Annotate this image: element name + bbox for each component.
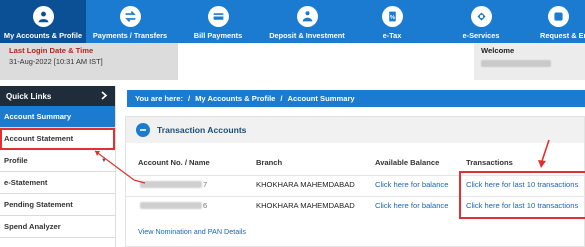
bill-icon [207,6,229,27]
investment-icon [296,6,318,27]
branch-name: KHOKHARA MAHEMDABAD [256,180,355,189]
col-balance: Available Balance [375,158,440,167]
nav-my-accounts[interactable]: My Accounts & Profile [0,0,86,43]
table-header: Account No. / Name Branch Available Bala… [126,158,585,172]
panel-title: Transaction Accounts [157,125,247,135]
sidebar-item-profile[interactable]: Profile ▼ [0,150,115,172]
sidebar-item-pending-statement[interactable]: Pending Statement [0,194,115,216]
nomination-pan-link[interactable]: View Nomination and PAN Details [138,227,246,236]
account-number-redacted [140,202,202,209]
breadcrumb-account-summary: Account Summary [287,94,355,103]
breadcrumb: You are here: / My Accounts & Profile / … [127,90,585,107]
account-number-tail: 7 [203,180,208,189]
col-account: Account No. / Name [138,158,210,167]
minus-icon[interactable] [136,123,150,137]
nav-bill-payments[interactable]: Bill Payments [174,0,262,43]
breadcrumb-my-accounts[interactable]: My Accounts & Profile [195,94,275,103]
tax-icon: % [381,6,403,27]
welcome-box: Welcome [474,43,585,80]
sidebar: Quick Links Account Summary Account Stat… [0,86,116,247]
balance-link[interactable]: Click here for balance [375,180,448,189]
last-login-value: 31-Aug-2022 [10:31 AM IST] [9,57,103,66]
branch-name: KHOKHARA MAHEMDABAD [256,201,355,210]
col-transactions: Transactions [466,158,513,167]
caret-down-icon: ▼ [101,157,107,164]
request-icon [548,6,569,27]
transaction-accounts-panel: Transaction Accounts Account No. / Name … [125,116,585,247]
welcome-label: Welcome [481,46,515,55]
sidebar-item-spend-analyzer[interactable]: Spend Analyzer [0,216,115,238]
nav-request[interactable]: Request & En [530,0,585,43]
sidebar-item-estatement[interactable]: e-Statement [0,172,115,194]
services-icon [470,6,492,27]
nav-payments[interactable]: Payments / Transfers [86,0,174,43]
top-nav: My Accounts & Profile Payments / Transfe… [0,0,585,43]
page: My Accounts & Profile Payments / Transfe… [0,0,585,247]
balance-link[interactable]: Click here for balance [375,201,448,210]
account-number-tail: 6 [203,201,208,210]
sidebar-item-account-statement[interactable]: Account Statement [0,128,115,150]
last-login-box: Last Login Date & Time 31-Aug-2022 [10:3… [0,43,178,80]
sidebar-item-account-summary[interactable]: Account Summary [0,106,115,128]
chevron-right-icon [101,90,108,102]
welcome-name-redacted [481,60,551,67]
svg-text:%: % [389,15,394,21]
quick-links-header[interactable]: Quick Links [0,86,115,106]
nav-deposit[interactable]: Deposit & Investment [262,0,352,43]
panel-header: Transaction Accounts [126,117,584,143]
nav-etax[interactable]: % e-Tax [352,0,432,43]
last-login-label: Last Login Date & Time [9,46,94,55]
nav-eservices[interactable]: e-Services [432,0,530,43]
col-branch: Branch [256,158,283,167]
info-bar: Last Login Date & Time 31-Aug-2022 [10:3… [0,43,585,81]
account-number-redacted [140,181,202,188]
transactions-highlight-box [459,171,585,219]
transfer-icon [119,6,141,27]
user-icon [32,6,54,27]
